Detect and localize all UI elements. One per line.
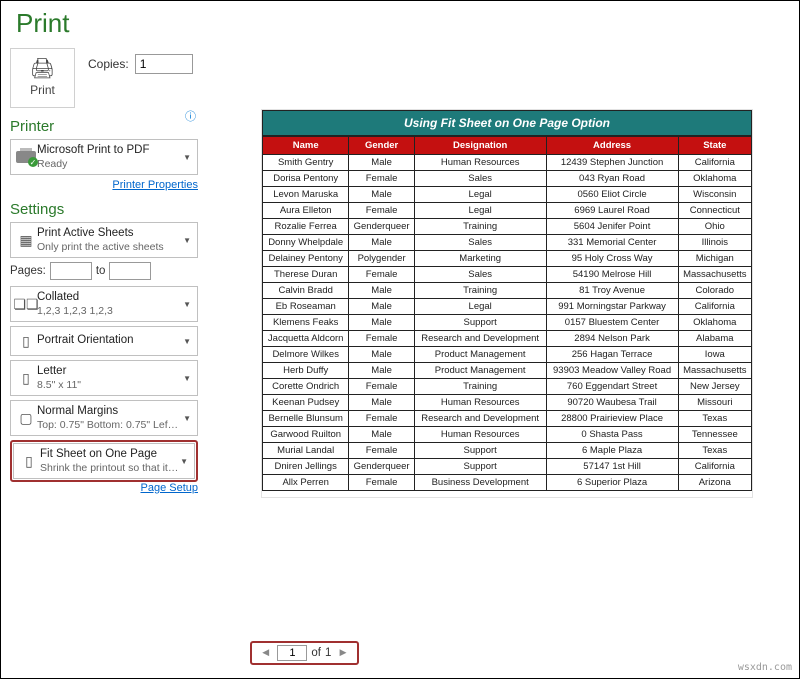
collated-icon: ❏❏ [15,296,37,313]
preview-scroll[interactable]: Using Fit Sheet on One Page Option NameG… [220,52,794,659]
chevron-down-icon: ▼ [183,153,193,162]
printer-select[interactable]: ✓ Microsoft Print to PDF Ready ▼ [10,139,198,175]
column-header: State [678,137,751,155]
margins-select[interactable]: ▢ Normal Margins Top: 0.75" Bottom: 0.75… [10,400,198,436]
paper-size-select[interactable]: ▯ Letter 8.5" x 11" ▼ [10,360,198,396]
fit-page-icon: ▯ [18,453,40,470]
total-pages: 1 [325,647,331,659]
print-button-label: Print [30,83,55,97]
table-row: Rozalie FerreaGenderqueerTraining5604 Je… [263,219,752,235]
table-row: Klemens FeaksMaleSupport0157 Bluestem Ce… [263,315,752,331]
current-page-input[interactable] [277,645,307,661]
table-row: Corette OndrichFemaleTraining760 Eggenda… [263,379,752,395]
chevron-down-icon: ▼ [183,236,193,245]
copies-label: Copies: [88,57,129,71]
table-row: Smith GentryMaleHuman Resources12439 Ste… [263,155,752,171]
column-header: Gender [349,137,414,155]
print-preview-area: Using Fit Sheet on One Page Option NameG… [220,52,794,659]
table-row: Levon MaruskaMaleLegal0560 Eliot CircleW… [263,187,752,203]
printer-status-icon: ✓ [15,148,37,166]
table-row: Herb DuffyMaleProduct Management93903 Me… [263,363,752,379]
chevron-down-icon: ▼ [183,414,193,423]
table-row: Keenan PudseyMaleHuman Resources90720 Wa… [263,395,752,411]
page-navigation: ◄ of 1 ► [250,641,359,665]
copies-input[interactable] [135,54,193,74]
page-setup-link[interactable]: Page Setup [10,482,198,494]
printer-icon: 🖨 [30,59,55,79]
chevron-down-icon: ▼ [183,337,193,346]
preview-page: Using Fit Sheet on One Page Option NameG… [262,110,752,497]
sheet-title: Using Fit Sheet on One Page Option [262,110,752,136]
page-icon: ▯ [15,370,37,387]
table-row: Delainey PentonyPolygenderMarketing95 Ho… [263,251,752,267]
settings-heading: Settings [10,201,198,218]
prev-page-button[interactable]: ◄ [258,647,273,659]
pages-to-input[interactable] [109,262,151,280]
table-row: Calvin BraddMaleTraining81 Troy AvenueCo… [263,283,752,299]
data-table: NameGenderDesignationAddressState Smith … [262,136,752,491]
next-page-button[interactable]: ► [335,647,350,659]
column-header: Name [263,137,349,155]
column-header: Designation [414,137,546,155]
portrait-icon: ▯ [15,333,37,350]
table-row: Garwood RuiltonMaleHuman Resources0 Shas… [263,427,752,443]
table-row: Bernelle BlunsumFemaleResearch and Devel… [263,411,752,427]
margins-icon: ▢ [15,410,37,427]
table-row: Therese DuranFemaleSales54190 Melrose Hi… [263,267,752,283]
chevron-down-icon: ▼ [180,457,190,466]
scaling-highlight: ▯ Fit Sheet on One Page Shrink the print… [10,440,198,482]
table-row: Donny WhelpdaleMaleSales331 Memorial Cen… [263,235,752,251]
table-row: Jacquetta AldcornFemaleResearch and Deve… [263,331,752,347]
table-row: Eb RoseamanMaleLegal991 Morningstar Park… [263,299,752,315]
pages-label: Pages: [10,265,46,277]
print-button[interactable]: 🖨 Print [10,48,75,108]
chevron-down-icon: ▼ [183,374,193,383]
collation-select[interactable]: ❏❏ Collated 1,2,3 1,2,3 1,2,3 ▼ [10,286,198,322]
table-row: Dniren JellingsGenderqueerSupport57147 1… [263,459,752,475]
printer-properties-link[interactable]: Printer Properties [10,179,198,191]
table-row: Aura ElletonFemaleLegal6969 Laurel RoadC… [263,203,752,219]
pages-from-input[interactable] [50,262,92,280]
table-row: Murial LandalFemaleSupport6 Maple PlazaT… [263,443,752,459]
info-icon[interactable]: ⓘ [185,108,196,124]
sheets-icon: ▦ [15,232,37,249]
table-row: Dorisa PentonyFemaleSales043 Ryan RoadOk… [263,171,752,187]
page-title: Print [0,0,800,51]
table-row: Allx PerrenFemaleBusiness Development6 S… [263,475,752,491]
of-label: of [311,647,321,659]
printer-status: Ready [37,158,183,171]
chevron-down-icon: ▼ [183,300,193,309]
column-header: Address [546,137,678,155]
printer-heading: Printer ⓘ [10,118,198,135]
watermark: wsxdn.com [738,662,792,673]
orientation-select[interactable]: ▯ Portrait Orientation ▼ [10,326,198,356]
table-row: Delmore WilkesMaleProduct Management256 … [263,347,752,363]
scaling-select[interactable]: ▯ Fit Sheet on One Page Shrink the print… [13,443,195,479]
pages-to-label: to [96,265,106,277]
printer-name: Microsoft Print to PDF [37,144,183,158]
print-what-select[interactable]: ▦ Print Active Sheets Only print the act… [10,222,198,258]
